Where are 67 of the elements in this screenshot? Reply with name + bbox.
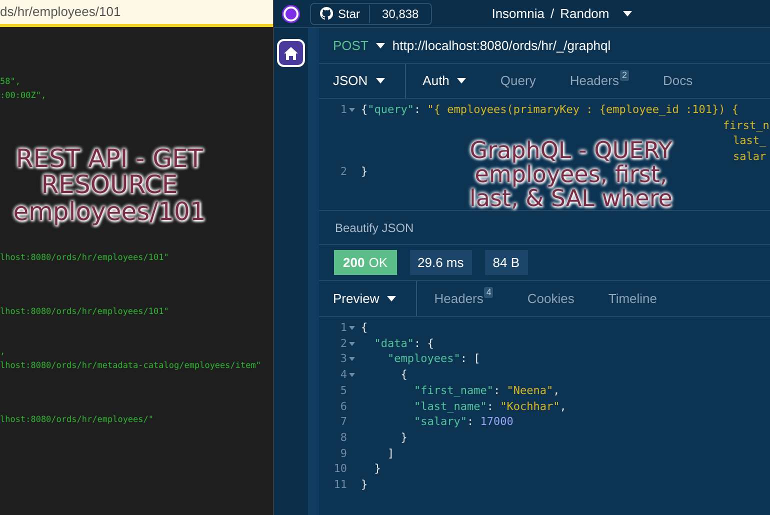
line-number: 1 bbox=[340, 320, 347, 336]
code-line: { bbox=[400, 367, 408, 383]
status-badge: 200 OK bbox=[334, 250, 396, 275]
tab[interactable]: Timeline bbox=[591, 281, 674, 316]
code-line: "employees": [ bbox=[386, 351, 480, 368]
home-icon bbox=[284, 46, 298, 60]
code-line: first_n bbox=[723, 118, 770, 133]
code-line: "data": { bbox=[373, 336, 434, 352]
tab[interactable]: Cookies bbox=[510, 281, 592, 316]
line-number: 10 bbox=[334, 461, 347, 478]
beautify-button[interactable]: Beautify JSON bbox=[335, 218, 414, 236]
code-line: { bbox=[361, 320, 368, 336]
line-number: 6 bbox=[340, 398, 347, 414]
line-number: 9 bbox=[340, 446, 347, 462]
count-badge: 2 bbox=[620, 70, 629, 80]
code-line: lhost:8080/ords/hr/employees/101" bbox=[0, 306, 169, 318]
tab[interactable]: Docs bbox=[646, 64, 710, 98]
tab[interactable]: Headers 4 bbox=[417, 281, 510, 316]
star-widget[interactable]: Star 30,838 bbox=[310, 2, 432, 24]
code-line: lhost:8080/ords/hr/metadata-catalog/employees/item" bbox=[0, 360, 261, 372]
caret-icon bbox=[623, 10, 632, 16]
code-line: "last_name": "Kochhar", bbox=[412, 398, 566, 414]
tab[interactable]: Query bbox=[483, 64, 553, 98]
line-number: 2 bbox=[340, 336, 347, 352]
code-line: , bbox=[0, 346, 6, 359]
code-line: ] bbox=[386, 446, 394, 462]
code-line: } bbox=[373, 461, 381, 478]
tab[interactable]: Preview bbox=[319, 281, 418, 316]
count-badge: 4 bbox=[484, 287, 494, 298]
code-line: lhost:8080/ords/hr/employees/" bbox=[0, 414, 154, 426]
annotation-text: REST API - GET RESOURCE employees/101 bbox=[12, 146, 207, 225]
code-line: } bbox=[361, 477, 368, 493]
size-badge: 84 B bbox=[484, 250, 528, 275]
line-number: 11 bbox=[334, 477, 347, 493]
tab[interactable]: Headers 2 bbox=[552, 64, 646, 98]
line-number: 5 bbox=[340, 382, 347, 399]
star-label: Star bbox=[338, 6, 360, 22]
method-dropdown[interactable]: POST bbox=[333, 36, 386, 56]
code-line: "first_name": "Neena", bbox=[412, 382, 560, 399]
star-count: 30,838 bbox=[381, 6, 420, 22]
annotation-text: GraphQL - QUERY employees, first, last, & SAL where bbox=[468, 139, 674, 212]
tab[interactable]: Auth bbox=[406, 64, 484, 98]
code-line: lhost:8080/ords/hr/employees/101" bbox=[0, 252, 169, 264]
github-icon bbox=[320, 7, 333, 20]
line-number: 1 bbox=[340, 102, 347, 118]
line-number: 4 bbox=[340, 367, 347, 383]
code-line: salar bbox=[733, 148, 766, 164]
address-bar[interactable]: ds/hr/employees/101 bbox=[0, 0, 273, 27]
code-line: 58", bbox=[0, 76, 20, 89]
workspace-selector[interactable]: Insomnia / Random bbox=[492, 4, 632, 24]
code-line: } bbox=[361, 164, 368, 180]
caret-icon bbox=[376, 43, 386, 50]
line-number: 8 bbox=[340, 430, 347, 446]
home-button[interactable] bbox=[277, 39, 305, 67]
code-line: :00:00Z", bbox=[0, 90, 46, 102]
code-line: {"query": "{ employees(primaryKey : {employee_id :101}) { bbox=[361, 102, 738, 118]
code-line: } bbox=[400, 430, 408, 446]
line-number: 3 bbox=[340, 351, 347, 368]
code-line: "salary": 17000 bbox=[412, 414, 514, 430]
address-text: ds/hr/employees/101 bbox=[0, 3, 121, 22]
code-line: last_ bbox=[733, 133, 766, 148]
url-field[interactable]: http://localhost:8080/ords/hr/_/graphql bbox=[392, 36, 611, 56]
logo-icon bbox=[281, 4, 301, 24]
line-number: 2 bbox=[340, 164, 347, 180]
tab[interactable]: JSON bbox=[319, 64, 406, 98]
time-badge: 29.6 ms bbox=[410, 250, 472, 275]
line-number: 7 bbox=[340, 414, 347, 430]
